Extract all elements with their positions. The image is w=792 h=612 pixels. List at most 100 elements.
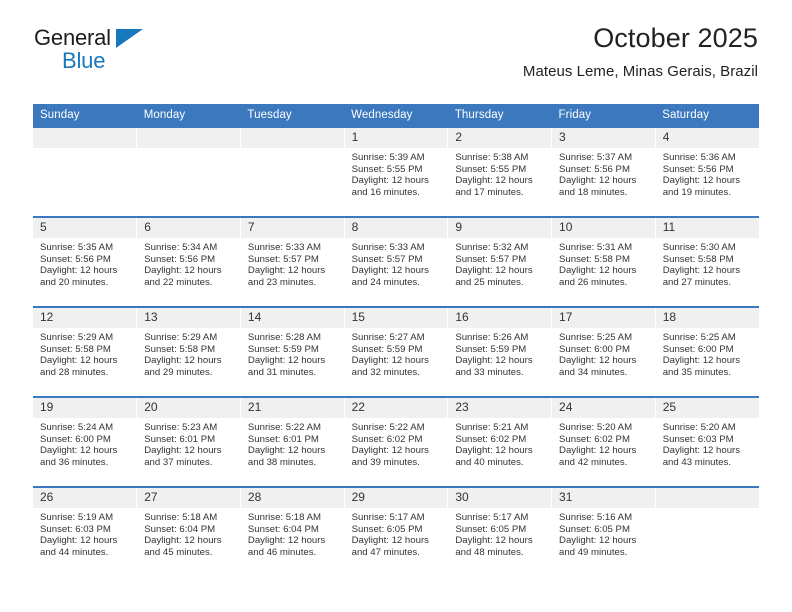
daylight-text: and 44 minutes. [40,546,109,558]
sunset-text: Sunset: 6:02 PM [351,433,423,445]
calendar-day-cell[interactable]: 21 Sunrise: 5:22 AM Sunset: 6:01 PM Dayligh… [240,396,345,487]
sunrise-text: Sunrise: 5:17 AM [351,512,425,523]
sunrise-text: Sunrise: 5:39 AM [351,152,425,163]
daylight-text: Daylight: 12 hours [662,175,741,187]
day-number [137,128,240,148]
daylight-text: and 34 minutes. [559,366,628,378]
calendar-day-cell[interactable]: 7 Sunrise: 5:33 AM Sunset: 5:57 PM Daylight… [240,216,345,307]
calendar-day-cell[interactable]: 22 Sunrise: 5:22 AM Sunset: 6:02 PM Dayligh… [344,396,449,487]
day-number: 1 [344,128,448,148]
daylight-text: Daylight: 12 hours [247,355,326,367]
sunrise-text: Sunrise: 5:29 AM [40,332,114,343]
day-number: 23 [448,398,552,418]
day-sun-info: Sunrise: 5:32 AM Sunset: 5:57 PM Daylight:… [448,238,551,288]
day-number: 19 [33,398,137,418]
calendar-day-cell[interactable]: 2 Sunrise: 5:38 AM Sunset: 5:55 PM Daylight… [447,126,553,217]
daylight-text: and 36 minutes. [40,456,109,468]
calendar-day-cell[interactable]: 4 Sunrise: 5:36 AM Sunset: 5:56 PM Daylight… [655,126,759,217]
day-sun-info: Sunrise: 5:16 AM Sunset: 6:05 PM Daylight:… [552,508,655,558]
sunset-text: Sunset: 5:58 PM [40,343,111,355]
calendar-day-cell[interactable]: 19 Sunrise: 5:24 AM Sunset: 6:00 PM Dayligh… [33,396,138,487]
day-number: 25 [655,398,759,418]
daylight-text: Daylight: 12 hours [351,535,429,547]
daylight-text: Daylight: 12 hours [144,445,222,457]
daylight-text: and 25 minutes. [455,276,524,288]
day-number: 22 [344,398,448,418]
calendar-day-cell[interactable]: 25 Sunrise: 5:20 AM Sunset: 6:03 PM Dayligh… [655,396,759,487]
sunrise-text: Sunrise: 5:30 AM [662,242,736,253]
daylight-text: Daylight: 12 hours [559,535,637,547]
daylight-text: and 49 minutes. [559,546,628,558]
sunset-text: Sunset: 6:05 PM [455,523,527,535]
calendar-day-cell[interactable]: 11 Sunrise: 5:30 AM Sunset: 5:58 PM Dayligh… [655,216,759,307]
daylight-text: and 42 minutes. [559,456,628,468]
calendar-day-cell[interactable]: 12 Sunrise: 5:29 AM Sunset: 5:58 PM Dayligh… [33,306,138,397]
sunrise-text: Sunrise: 5:21 AM [455,422,529,433]
daylight-text: and 31 minutes. [247,366,317,378]
daylight-text: and 29 minutes. [144,366,213,378]
day-sun-info: Sunrise: 5:33 AM Sunset: 5:57 PM Daylight:… [241,238,344,288]
sunset-text: Sunset: 6:04 PM [247,523,319,535]
calendar-day-cell[interactable]: 24 Sunrise: 5:20 AM Sunset: 6:02 PM Dayligh… [551,396,656,487]
sunset-text: Sunset: 6:05 PM [351,523,423,535]
weekday-header-saturday: Saturday [655,104,759,127]
sunset-text: Sunset: 6:00 PM [40,433,111,445]
calendar-day-cell[interactable]: 26 Sunrise: 5:19 AM Sunset: 6:03 PM Dayligh… [33,486,138,577]
calendar-day-cell[interactable]: 8 Sunrise: 5:33 AM Sunset: 5:57 PM Daylight… [344,216,449,307]
day-sun-info: Sunrise: 5:34 AM Sunset: 5:56 PM Daylight:… [137,238,240,288]
sunrise-text: Sunrise: 5:19 AM [40,512,114,523]
sunset-text: Sunset: 6:04 PM [144,523,216,535]
page-title: October 2025 [593,23,758,53]
daylight-text: and 23 minutes. [247,276,317,288]
day-sun-info: Sunrise: 5:19 AM Sunset: 6:03 PM Daylight:… [33,508,136,558]
sunset-text: Sunset: 5:59 PM [455,343,527,355]
calendar-day-cell[interactable]: 14 Sunrise: 5:28 AM Sunset: 5:59 PM Dayligh… [240,306,345,397]
calendar-day-cell[interactable]: 31 Sunrise: 5:16 AM Sunset: 6:05 PM Dayligh… [551,486,656,577]
sunset-text: Sunset: 5:56 PM [662,163,734,175]
daylight-text: and 28 minutes. [40,366,109,378]
calendar-day-cell[interactable]: 16 Sunrise: 5:26 AM Sunset: 5:59 PM Dayligh… [447,306,553,397]
sunset-text: Sunset: 6:00 PM [662,343,734,355]
calendar-day-cell[interactable]: 3 Sunrise: 5:37 AM Sunset: 5:56 PM Daylight… [551,126,656,217]
sunset-text: Sunset: 5:57 PM [455,253,527,265]
calendar-day-cell[interactable]: 27 Sunrise: 5:18 AM Sunset: 6:04 PM Dayligh… [136,486,241,577]
calendar-day-cell-empty [136,126,241,217]
calendar-day-cell[interactable]: 28 Sunrise: 5:18 AM Sunset: 6:04 PM Dayligh… [240,486,345,577]
calendar-day-cell[interactable]: 23 Sunrise: 5:21 AM Sunset: 6:02 PM Dayligh… [447,396,553,487]
day-number [655,488,759,508]
sunset-text: Sunset: 5:59 PM [247,343,319,355]
calendar-day-cell[interactable]: 5 Sunrise: 5:35 AM Sunset: 5:56 PM Daylight… [33,216,138,307]
calendar-day-cell[interactable]: 20 Sunrise: 5:23 AM Sunset: 6:01 PM Dayligh… [136,396,241,487]
calendar-day-cell[interactable]: 18 Sunrise: 5:25 AM Sunset: 6:00 PM Dayligh… [655,306,759,397]
daylight-text: Daylight: 12 hours [559,175,637,187]
sunset-text: Sunset: 5:57 PM [351,253,423,265]
calendar-day-cell[interactable]: 10 Sunrise: 5:31 AM Sunset: 5:58 PM Dayligh… [551,216,656,307]
sunset-text: Sunset: 6:05 PM [559,523,630,535]
calendar-day-cell[interactable]: 15 Sunrise: 5:27 AM Sunset: 5:59 PM Dayligh… [344,306,449,397]
calendar-day-cell-empty [33,126,138,217]
calendar-day-cell[interactable]: 30 Sunrise: 5:17 AM Sunset: 6:05 PM Dayligh… [447,486,553,577]
general-blue-logo[interactable]: General Blue [34,27,164,73]
calendar-body: 1 Sunrise: 5:39 AM Sunset: 5:55 PM Daylight… [33,126,759,577]
calendar-week-row: 1 Sunrise: 5:39 AM Sunset: 5:55 PM Daylight… [33,126,759,217]
calendar-week-row: 19 Sunrise: 5:24 AM Sunset: 6:00 PM Dayligh… [33,396,759,487]
day-sun-info: Sunrise: 5:25 AM Sunset: 6:00 PM Daylight:… [656,328,759,378]
calendar-day-cell[interactable]: 9 Sunrise: 5:32 AM Sunset: 5:57 PM Daylight… [447,216,553,307]
sunrise-text: Sunrise: 5:22 AM [247,422,321,433]
day-sun-info: Sunrise: 5:22 AM Sunset: 6:02 PM Daylight:… [345,418,448,468]
calendar-week-row: 26 Sunrise: 5:19 AM Sunset: 6:03 PM Dayligh… [33,486,759,577]
daylight-text: Daylight: 12 hours [40,445,118,457]
calendar-day-cell[interactable]: 17 Sunrise: 5:25 AM Sunset: 6:00 PM Dayligh… [551,306,656,397]
calendar-day-cell[interactable]: 29 Sunrise: 5:17 AM Sunset: 6:05 PM Dayligh… [344,486,449,577]
logo-text-blue: Blue [62,48,106,73]
weekday-header-thursday: Thursday [447,104,552,127]
calendar-day-cell[interactable]: 1 Sunrise: 5:39 AM Sunset: 5:55 PM Daylight… [344,126,449,217]
day-number: 17 [552,308,655,328]
calendar-day-cell[interactable]: 13 Sunrise: 5:29 AM Sunset: 5:58 PM Dayligh… [136,306,241,397]
sunset-text: Sunset: 5:59 PM [351,343,423,355]
daylight-text: Daylight: 12 hours [247,265,326,277]
sunset-text: Sunset: 5:58 PM [144,343,216,355]
day-number: 30 [448,488,552,508]
calendar-day-cell[interactable]: 6 Sunrise: 5:34 AM Sunset: 5:56 PM Daylight… [136,216,241,307]
day-number: 21 [240,398,344,418]
